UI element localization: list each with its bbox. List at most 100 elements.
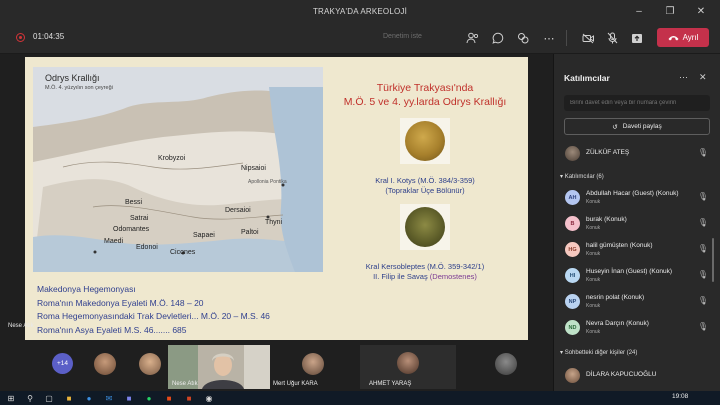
participant-avatar[interactable] [495, 353, 517, 375]
chrome-icon[interactable]: ◉ [204, 393, 214, 403]
map-label: Odomantes [113, 226, 150, 233]
participant-avatar[interactable] [139, 353, 161, 375]
windows-start-icon[interactable]: ⊞ [6, 393, 16, 403]
participant-avatar[interactable] [302, 353, 324, 375]
participant-strip: +14 Nese Atık Mert Uğur KARA AHMET YARAŞ [0, 344, 553, 391]
participant-row[interactable]: ND Nevra Darçın (Konuk) Konuk 🎙︎ [562, 318, 710, 338]
presenter-name-tag: Nese Atık [8, 323, 34, 329]
map-label: Cicones [170, 249, 196, 256]
participant-role: Konuk [586, 303, 601, 309]
participant-avatar-initials: NP [565, 294, 580, 309]
text-line: Makedonya Hegemonyası [37, 284, 136, 294]
participant-avatar[interactable] [94, 353, 116, 375]
request-control-label: Denetim iste [383, 33, 422, 40]
section-label: Sohbetteki diğer kişiler (24) [564, 350, 638, 356]
coin-face [405, 121, 445, 161]
mic-off-icon: 🎙︎ [697, 244, 708, 253]
taskbar-clock: 19:08 [672, 393, 689, 400]
participant-avatar-initials: ND [565, 320, 580, 335]
mic-off-icon [607, 32, 617, 44]
browser-icon[interactable]: ● [84, 393, 94, 403]
coin-face [405, 207, 445, 247]
more-actions-button[interactable]: ⋯ [538, 27, 560, 49]
share-screen-button[interactable] [626, 27, 648, 49]
participant-video-tile[interactable]: Nese Atık [168, 345, 270, 389]
camera-toggle-button[interactable] [577, 27, 599, 49]
mic-off-icon: 🎙︎ [697, 322, 708, 331]
app-icon[interactable]: ■ [164, 393, 174, 403]
more-participants-button[interactable]: +14 [52, 353, 73, 374]
slide-heading: Türkiye Trakyası'nda M.Ö. 5 ve 4. yy.lar… [330, 81, 520, 109]
share-tray-icon [632, 33, 642, 43]
shared-content-area: Odrys Krallığı M.Ö. 4. yüzyılın son çeyr… [0, 54, 553, 344]
mail-icon[interactable]: ✉ [104, 393, 114, 403]
participant-row[interactable]: AH Abdullah Hacar (Guest) (Konuk) Konuk 🎙︎ [562, 188, 710, 208]
participant-name: nesrin polat (Konuk) [586, 294, 645, 301]
participant-name: Huseyin İnan (Guest) (Konuk) [586, 268, 672, 275]
map-label: Dersaioi [225, 207, 251, 214]
caption-line: (Topraklar Üçe Bölünür) [385, 186, 465, 195]
map-title: Odrys Krallığı [45, 73, 100, 83]
minimize-button[interactable]: – [624, 0, 654, 22]
leave-button[interactable]: Ayrıl [657, 28, 709, 47]
chat-icon [492, 32, 504, 44]
camera-off-icon [582, 33, 594, 43]
participant-avatar [397, 352, 419, 374]
participant-row[interactable]: NP nesrin polat (Konuk) Konuk 🎙︎ [562, 292, 710, 312]
share-icon: ↺ [612, 123, 618, 131]
participant-name: DİLARA KAPUCUOĞLU [586, 371, 657, 378]
coin-image-kotys [400, 118, 450, 164]
odrys-map: Odrys Krallığı M.Ö. 4. yüzyılın son çeyr… [33, 67, 323, 272]
mic-off-icon: 🎙︎ [697, 148, 708, 157]
task-view-icon[interactable]: ▢ [44, 393, 54, 403]
powerpoint-icon[interactable]: ■ [184, 393, 194, 403]
tile-name: Nese Atık [172, 381, 198, 387]
leave-label: Ayrıl [682, 33, 699, 42]
people-icon [466, 32, 478, 44]
map-label: Paltoi [241, 229, 259, 236]
heading-line: M.Ö. 5 ve 4. yy.larda Odrys Krallığı [343, 96, 507, 108]
rooms-button[interactable] [512, 27, 534, 49]
panel-scrollbar[interactable] [712, 238, 714, 282]
map-label: Apollonia Pontika [248, 179, 287, 185]
meeting-timer: 01:04:35 [33, 32, 65, 41]
caption-line: II. Filip ile Savaş (Demostenes) [325, 272, 525, 282]
panel-more-icon[interactable]: ⋯ [679, 72, 688, 83]
map-label: Satrai [130, 215, 149, 222]
participant-row[interactable]: HI Huseyin İnan (Guest) (Konuk) Konuk 🎙︎ [562, 266, 710, 286]
windows-taskbar: ⊞ ⚲ ▢ ■ ● ✉ ■ ● ■ ■ ◉ 19:08 [0, 391, 720, 405]
map-label: Krobyzoi [158, 155, 186, 162]
participant-row[interactable]: HG halil gümüşten (Konuk) Konuk 🎙︎ [562, 240, 710, 260]
participant-name: halil gümüşten (Konuk) [586, 242, 653, 249]
map-label: Bessi [125, 199, 143, 206]
participant-role: Konuk [586, 225, 601, 231]
teams-window: TRAKYA'DA ARKEOLOJİ – ❐ ✕ 01:04:35 Denet… [0, 0, 720, 405]
participant-avatar [565, 368, 580, 383]
share-invite-button[interactable]: ↺ Daveti paylaş [564, 118, 710, 135]
coin1-caption: Kral I. Kotys (M.Ö. 384/3-359) (Toprakla… [325, 176, 525, 196]
search-icon[interactable]: ⚲ [25, 393, 35, 403]
text-line: Roma Hegemonyasındaki Trak Devletleri...… [37, 311, 270, 321]
participants-button[interactable] [461, 27, 483, 49]
invite-input[interactable] [564, 95, 710, 111]
breakout-rooms-icon [518, 33, 529, 44]
participant-tile[interactable]: AHMET YARAŞ [360, 345, 456, 389]
participant-name: Mert Uğur KARA [273, 381, 318, 387]
participant-row[interactable]: Bburak (Konuk) Konuk 🎙︎ [562, 214, 710, 234]
others-section[interactable]: ▾ Sohbetteki diğer kişiler (24) [560, 349, 637, 356]
chat-button[interactable] [487, 27, 509, 49]
mic-toggle-button[interactable] [601, 27, 623, 49]
participant-avatar [565, 146, 580, 161]
file-explorer-icon[interactable]: ■ [64, 393, 74, 403]
participant-row[interactable]: DİLARA KAPUCUOĞLU [562, 366, 710, 386]
close-window-button[interactable]: ✕ [686, 0, 716, 22]
whatsapp-icon[interactable]: ● [144, 393, 154, 403]
caption-text: II. Filip ile Savaş [373, 272, 428, 281]
participant-avatar-initials: HG [565, 242, 580, 257]
attendees-section[interactable]: ▾ Katılımcılar (6) [560, 173, 604, 180]
restore-button[interactable]: ❐ [655, 0, 685, 22]
teams-icon[interactable]: ■ [124, 393, 134, 403]
meeting-toolbar: 01:04:35 Denetim iste ⋯ Ayrıl [0, 22, 720, 54]
panel-close-icon[interactable]: ✕ [699, 72, 707, 83]
participant-row[interactable]: ZÜLKÜF ATEŞ 🎙︎ [562, 144, 710, 164]
